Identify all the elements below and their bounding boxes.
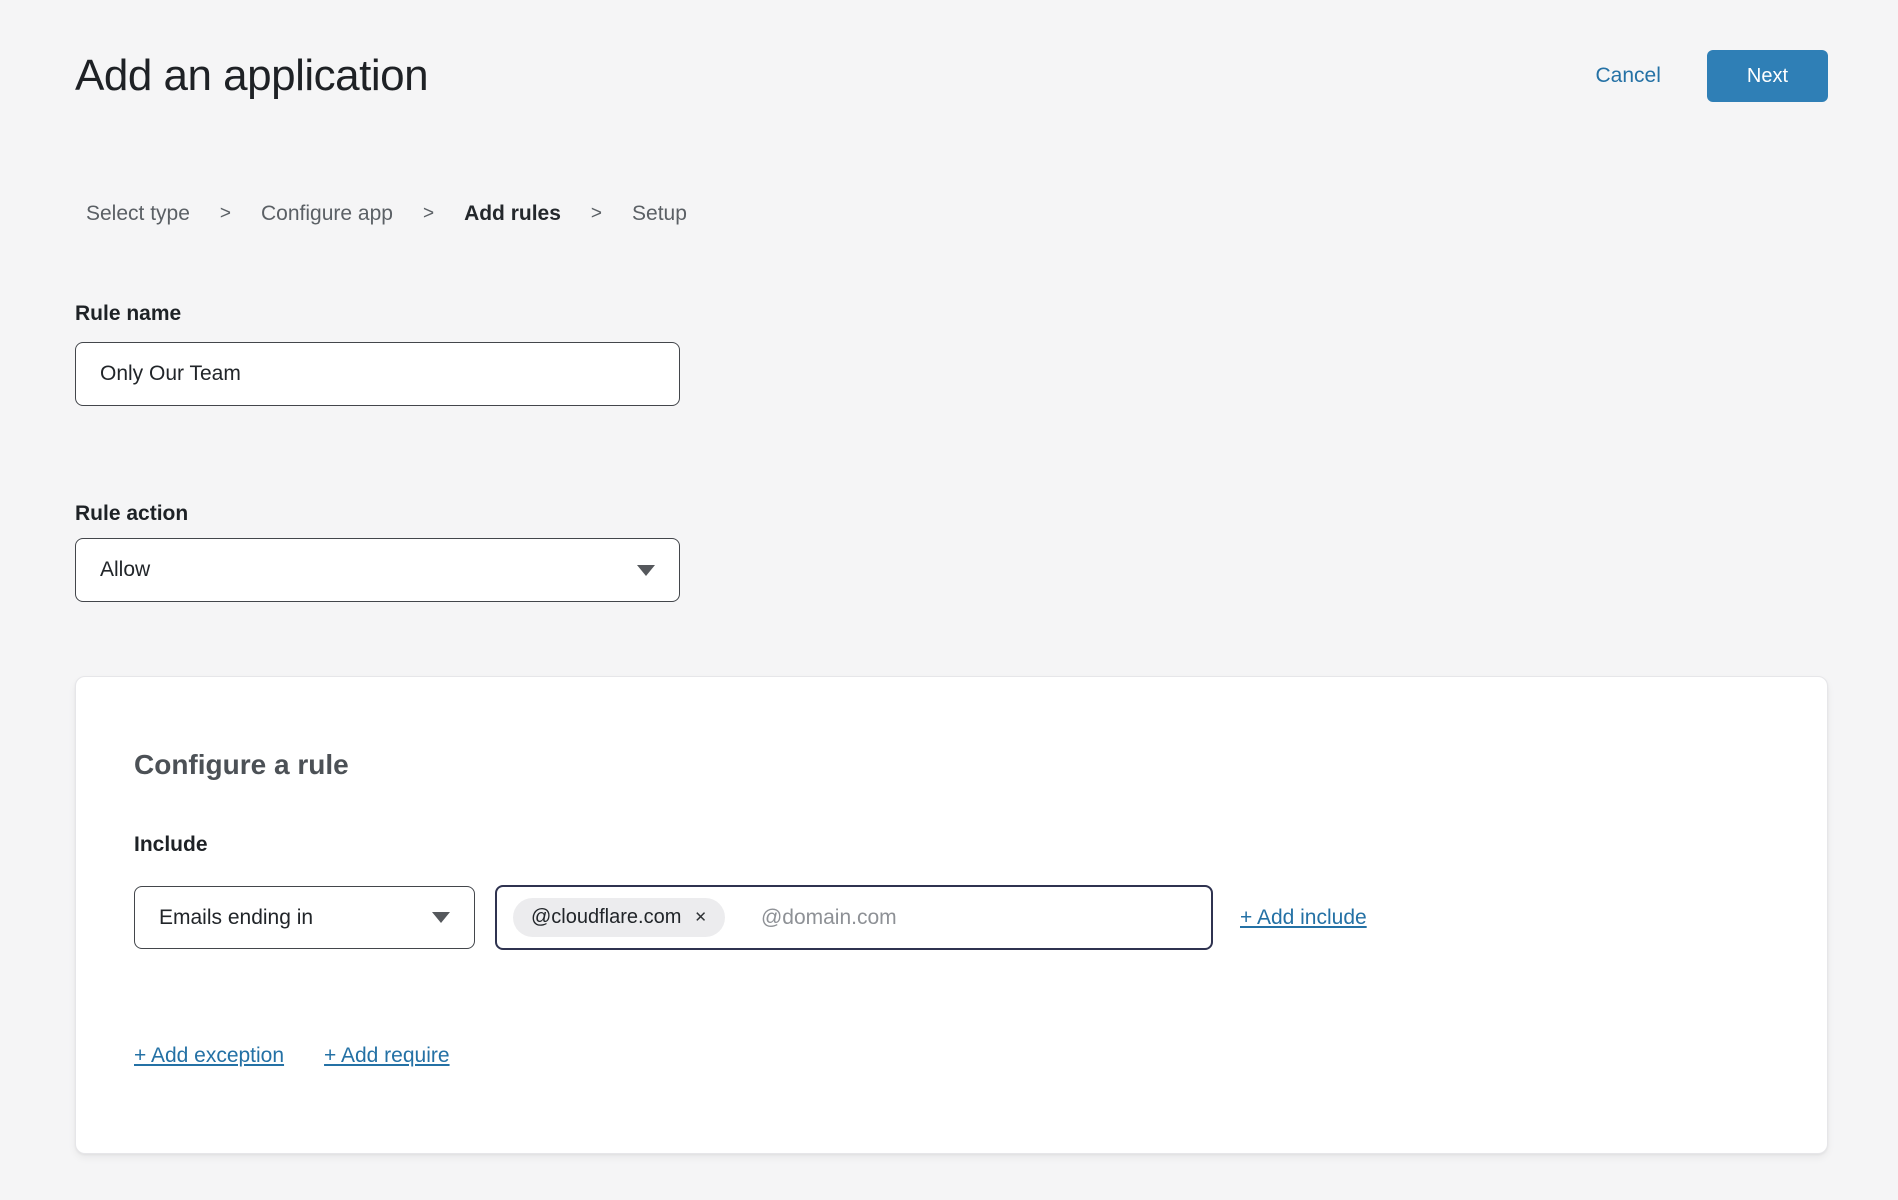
breadcrumb: Select type > Configure app > Add rules … <box>86 202 1828 226</box>
next-button[interactable]: Next <box>1707 50 1828 102</box>
remove-tag-icon[interactable]: ✕ <box>694 910 707 925</box>
add-include-link[interactable]: + Add include <box>1240 906 1367 930</box>
breadcrumb-separator-icon: > <box>591 203 602 225</box>
card-links-row: + Add exception + Add require <box>134 1044 1769 1068</box>
rule-action-label: Rule action <box>75 502 1828 526</box>
include-label: Include <box>134 833 1769 857</box>
tag-chip: @cloudflare.com ✕ <box>513 898 725 937</box>
header-actions: Cancel Next <box>1596 50 1829 102</box>
tag-chip-label: @cloudflare.com <box>531 906 681 929</box>
breadcrumb-setup[interactable]: Setup <box>632 202 687 226</box>
page-title: Add an application <box>75 51 428 101</box>
email-domains-tag-input[interactable]: @cloudflare.com ✕ <box>495 885 1213 950</box>
tag-entry-input[interactable] <box>761 906 1195 930</box>
add-exception-link[interactable]: + Add exception <box>134 1044 284 1068</box>
rule-name-input[interactable] <box>75 342 680 406</box>
configure-rule-card: Configure a rule Include Emails ending i… <box>75 676 1828 1154</box>
breadcrumb-select-type[interactable]: Select type <box>86 202 190 226</box>
breadcrumb-separator-icon: > <box>220 203 231 225</box>
include-controls-row: Emails ending in @cloudflare.com ✕ + Add… <box>134 885 1769 950</box>
cancel-button[interactable]: Cancel <box>1596 64 1661 88</box>
breadcrumb-add-rules: Add rules <box>464 202 561 226</box>
rule-card-title: Configure a rule <box>134 749 1769 781</box>
page-content: Add an application Cancel Next Select ty… <box>0 0 1898 1154</box>
breadcrumb-separator-icon: > <box>423 203 434 225</box>
include-type-selected-value: Emails ending in <box>159 906 313 930</box>
caret-down-icon <box>637 565 655 576</box>
add-require-link[interactable]: + Add require <box>324 1044 450 1068</box>
rule-name-label: Rule name <box>75 302 1828 326</box>
caret-down-icon <box>432 912 450 923</box>
rule-action-select[interactable]: Allow <box>75 538 680 602</box>
breadcrumb-configure-app[interactable]: Configure app <box>261 202 393 226</box>
page-header: Add an application Cancel Next <box>75 0 1828 102</box>
include-type-select[interactable]: Emails ending in <box>134 886 475 949</box>
rule-action-selected-value: Allow <box>100 558 150 582</box>
